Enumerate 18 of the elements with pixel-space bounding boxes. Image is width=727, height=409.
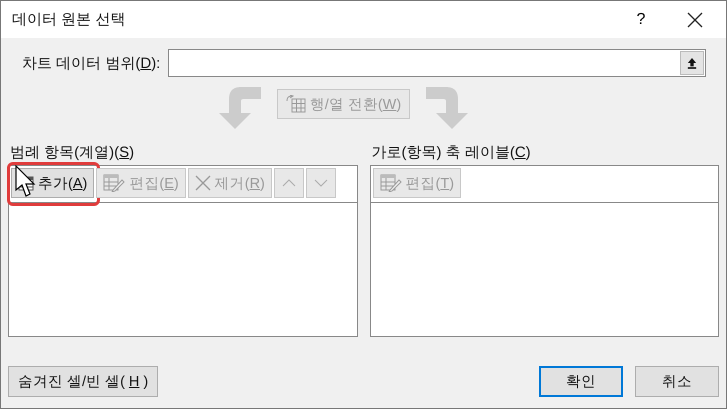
help-button[interactable]: ? bbox=[618, 1, 664, 38]
ok-button[interactable]: 확인 bbox=[539, 366, 623, 397]
down-chevron-icon bbox=[314, 179, 328, 187]
delete-x-icon bbox=[194, 175, 211, 191]
close-icon bbox=[687, 12, 703, 28]
table-pencil-icon bbox=[380, 174, 402, 192]
up-chevron-icon bbox=[282, 179, 296, 187]
range-label: 차트 데이터 범위(D): bbox=[22, 54, 160, 72]
collapse-button[interactable] bbox=[680, 51, 704, 75]
category-label: 가로(항목) 축 레이블(C) bbox=[372, 143, 532, 162]
series-label: 범례 항목(계열)(S) bbox=[10, 143, 136, 162]
hidden-cells-button[interactable]: 숨겨진 셀/빈 셀( H ) bbox=[8, 366, 158, 397]
upload-arrow-icon bbox=[687, 56, 697, 70]
switch-grid-icon bbox=[286, 95, 306, 113]
range-field[interactable] bbox=[168, 49, 706, 77]
cancel-button[interactable]: 취소 bbox=[635, 366, 719, 397]
window-title: 데이터 원본 선택 bbox=[12, 10, 126, 29]
table-pencil-icon bbox=[103, 174, 126, 192]
